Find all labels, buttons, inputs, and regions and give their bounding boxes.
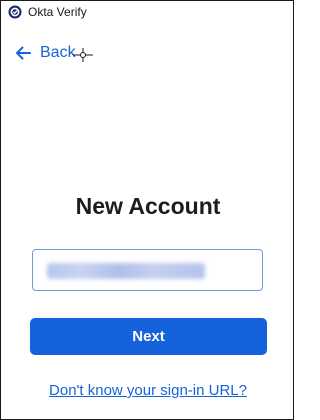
redacted-url-value xyxy=(47,263,205,279)
title-bar: Okta Verify xyxy=(1,1,293,23)
okta-verify-icon xyxy=(8,5,22,19)
sign-in-url-help-link[interactable]: Don't know your sign-in URL? xyxy=(1,382,295,399)
arrow-left-icon xyxy=(15,46,31,60)
okta-verify-window: Okta Verify Back New Account Next Don't … xyxy=(0,0,294,420)
back-button[interactable]: Back xyxy=(15,44,76,62)
window-title: Okta Verify xyxy=(28,5,87,19)
next-button[interactable]: Next xyxy=(30,318,267,355)
page-title: New Account xyxy=(75,193,221,219)
sign-in-url-input[interactable] xyxy=(32,249,263,291)
back-label: Back xyxy=(40,44,76,61)
mouse-cursor-icon xyxy=(73,48,93,62)
